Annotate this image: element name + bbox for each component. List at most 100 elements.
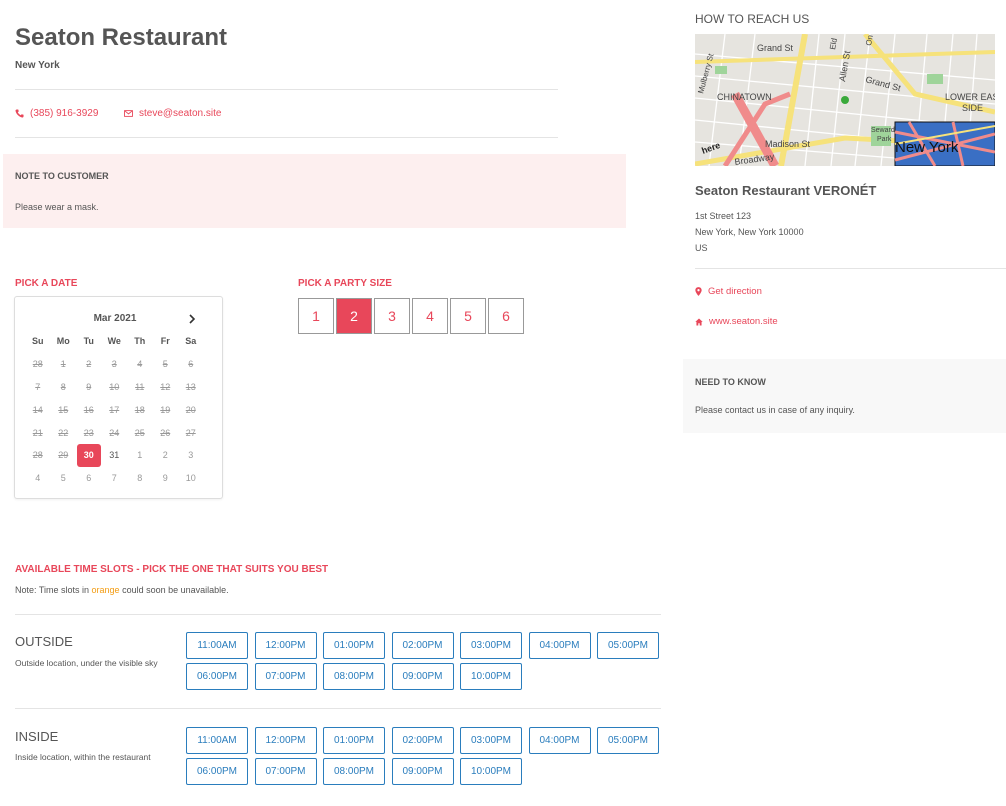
time-slot-button[interactable]: 03:00PM [460,727,522,754]
address-line: US [695,243,708,253]
calendar-day: 29 [58,450,69,461]
time-slot-button[interactable]: 07:00PM [254,663,317,690]
calendar-day: 17 [109,404,120,415]
home-icon [695,317,703,326]
time-slot-button[interactable]: 11:00AM [186,632,248,659]
time-slot-button[interactable]: 04:00PM [528,632,591,659]
time-slot-button[interactable]: 10:00PM [460,663,522,690]
get-direction-link[interactable]: Get direction [695,286,762,297]
calendar-day: 15 [58,404,69,415]
time-slot-button[interactable]: 05:00PM [597,727,659,754]
email-link[interactable]: steve@seaton.site [124,108,221,119]
calendar-day[interactable]: 2 [153,444,179,467]
address-line: New York, New York 10000 [695,227,804,237]
calendar-day[interactable]: 31 [102,444,128,467]
time-slot-button[interactable]: 12:00PM [254,632,317,659]
time-slot-button[interactable]: 06:00PM [186,663,248,690]
calendar-day[interactable]: 4 [25,467,51,490]
calendar-day: 7 [35,381,41,392]
time-slot-button[interactable]: 03:00PM [460,632,522,659]
calendar-day-selected[interactable]: 30 [77,443,101,467]
get-direction-text: Get direction [708,286,762,297]
party-size-selector: 123456 [298,298,524,334]
map-label-new-york: New York [895,139,959,156]
divider [15,89,558,90]
calendar-day: 8 [60,381,66,392]
time-slot-button[interactable]: 12:00PM [254,727,317,754]
envelope-icon [124,110,133,117]
customer-note: NOTE TO CUSTOMER Please wear a mask. [3,154,626,228]
time-slot-button[interactable]: 11:00AM [186,727,248,754]
slots-note-highlight: orange [91,585,120,595]
calendar-day: 5 [162,359,168,370]
slots-note: Note: Time slots in orange could soon be… [15,585,229,595]
calendar-day: 6 [188,359,194,370]
calendar-day[interactable]: 7 [102,467,128,490]
pick-date-label: PICK A DATE [15,278,78,289]
map-label-grand-st: Grand St [757,43,794,53]
divider [695,268,1006,269]
calendar-day[interactable]: 9 [153,467,179,490]
weekday-header: We [107,336,121,347]
zone-desc-inside: Inside location, within the restaurant [15,752,151,762]
location-map[interactable]: Grand St Grand St CHINATOWN LOWER EAS SI… [695,34,995,166]
party-size-4-button[interactable]: 4 [412,298,448,334]
time-slot-button[interactable]: 07:00PM [254,758,317,785]
calendar-day: 22 [58,427,69,438]
calendar-day[interactable]: 10 [178,467,204,490]
time-slot-button[interactable]: 08:00PM [323,663,385,690]
calendar-day[interactable]: 3 [178,444,204,467]
slots-inside: 11:00AM 12:00PM 01:00PM 02:00PM 03:00PM 04:00… [186,727,659,785]
calendar-day: 21 [32,427,43,438]
venue-address: 1st Street 123 New York, New York 10000 … [695,208,804,256]
website-link[interactable]: www.seaton.site [695,316,778,327]
party-size-2-button[interactable]: 2 [336,298,372,334]
time-slot-button[interactable]: 06:00PM [186,758,248,785]
calendar-day[interactable]: 1 [127,444,153,467]
calendar-day: 25 [134,427,145,438]
phone-icon [15,109,24,118]
calendar-day: 2 [86,359,92,370]
calendar-day: 16 [83,404,94,415]
party-size-3-button[interactable]: 3 [374,298,410,334]
calendar-day: 13 [185,381,196,392]
calendar-day: 19 [160,404,171,415]
website-text: www.seaton.site [709,316,778,327]
time-slot-button[interactable]: 05:00PM [597,632,659,659]
divider [15,708,661,709]
next-month-button[interactable] [185,312,199,326]
time-slot-button[interactable]: 01:00PM [323,727,385,754]
reach-title: HOW TO REACH US [695,12,810,26]
time-slot-button[interactable]: 01:00PM [323,632,385,659]
map-label-chinatown: CHINATOWN [717,92,772,102]
need-to-know-title: NEED TO KNOW [695,377,766,387]
date-picker: Mar 2021 Su Mo Tu We Th Fr Sa 28 1 2 3 4 5 6 7 8 9 10 11 12… [14,296,223,499]
note-title: NOTE TO CUSTOMER [15,171,109,181]
calendar-day: 3 [111,359,117,370]
divider [15,137,558,138]
address-line: 1st Street 123 [695,211,752,221]
time-slot-button[interactable]: 09:00PM [391,758,454,785]
time-slot-button[interactable]: 04:00PM [528,727,591,754]
calendar-day: 28 [32,450,43,461]
restaurant-name: Seaton Restaurant [15,24,228,51]
calendar-day: 28 [32,359,43,370]
slots-note-suffix: could soon be unavailable. [119,585,229,595]
party-size-6-button[interactable]: 6 [488,298,524,334]
divider [15,614,661,615]
calendar-day[interactable]: 5 [51,467,77,490]
restaurant-city: New York [15,60,60,71]
time-slot-button[interactable]: 09:00PM [391,663,454,690]
map-label-madison: Madison St [765,139,811,149]
time-slot-button[interactable]: 08:00PM [323,758,385,785]
phone-link[interactable]: (385) 916-3929 [15,108,98,119]
calendar-day[interactable]: 8 [127,467,153,490]
calendar-day: 9 [86,381,92,392]
time-slot-button[interactable]: 02:00PM [391,727,454,754]
time-slot-button[interactable]: 10:00PM [460,758,522,785]
calendar-day[interactable]: 6 [76,467,102,490]
party-size-1-button[interactable]: 1 [298,298,334,334]
time-slot-button[interactable]: 02:00PM [391,632,454,659]
slots-note-prefix: Note: Time slots in [15,585,92,595]
party-size-5-button[interactable]: 5 [450,298,486,334]
